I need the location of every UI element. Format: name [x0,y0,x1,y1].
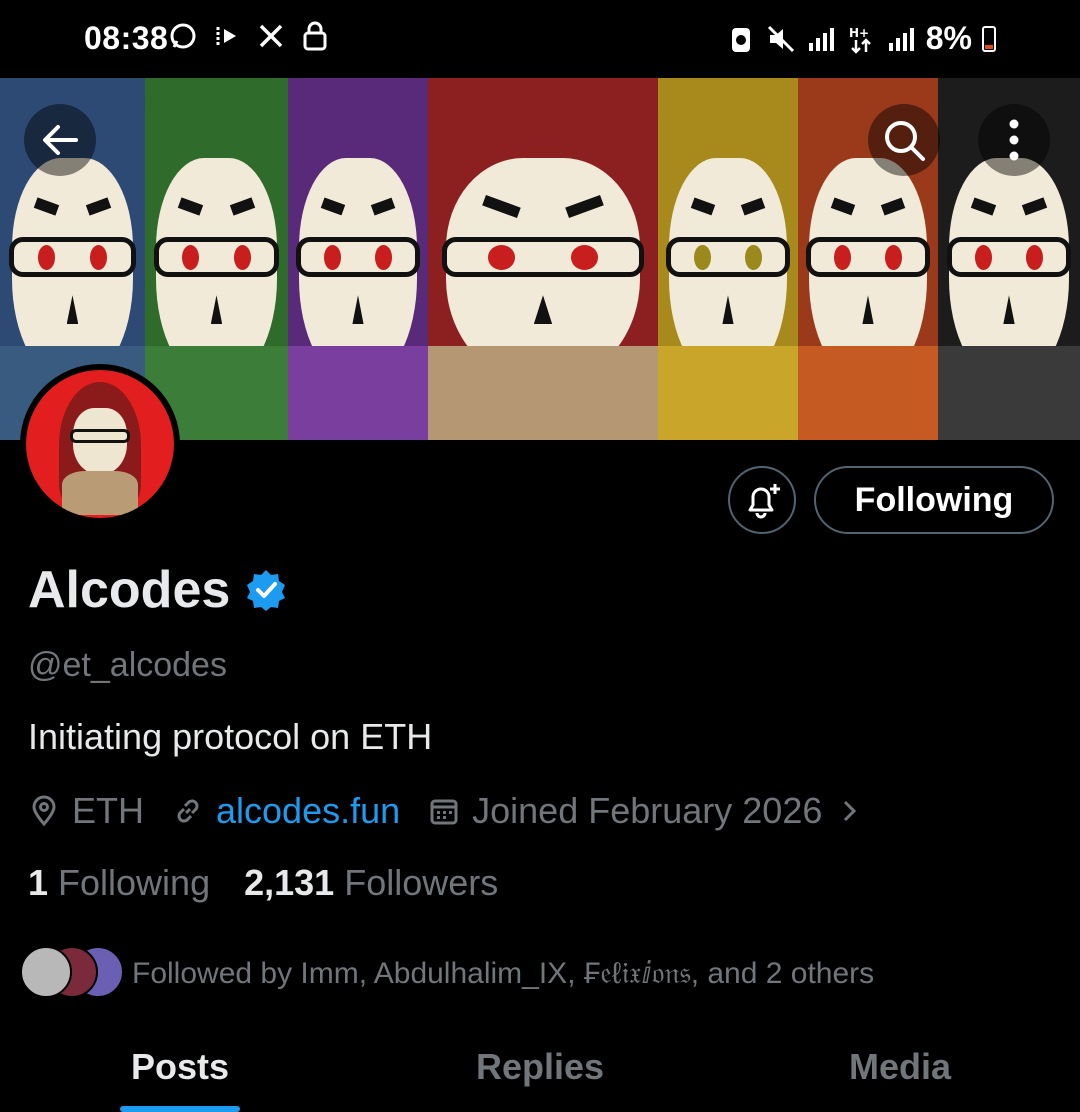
tab-media[interactable]: Media [720,1030,1080,1112]
user-handle: @et_alcodes [28,646,227,684]
location-text: ETH [72,790,144,831]
banner-character [145,78,288,440]
search-button[interactable] [868,104,940,176]
clock: 08:38 [84,20,169,56]
x-icon [256,20,286,52]
banner-character [288,78,428,440]
website-link[interactable]: alcodes.fun [216,790,400,832]
tab-replies[interactable]: Replies [360,1030,720,1112]
follower-avatars [20,946,124,1000]
lock-icon [300,20,330,52]
more-options-button[interactable] [978,104,1050,176]
battery-percent: 8% [925,20,972,56]
arrow-left-icon [43,125,78,155]
signal-icon [806,23,836,55]
display-name: Alcodes [28,561,231,619]
svg-text:H+: H+ [849,26,869,40]
more-vertical-icon [1009,119,1019,161]
followers-label: Followers [344,862,499,903]
whatsapp-icon [168,20,198,52]
profile-tabs: Posts Replies Media [0,1030,1080,1112]
following-stat[interactable]: 1 Following [28,862,210,904]
system-icons: H+ 8% [726,20,996,57]
cast-icon [212,20,242,52]
battery-saver-icon [726,23,756,55]
verified-badge-icon[interactable] [244,568,288,612]
website[interactable]: alcodes.fun [172,790,400,832]
back-button[interactable] [24,104,96,176]
battery-icon [982,25,996,52]
avatar-image [26,370,174,518]
followers-stat[interactable]: 2,131 Followers [244,862,498,904]
profile-name-row: Alcodes [28,560,288,620]
notifications-button[interactable] [728,466,796,534]
active-tab-indicator [120,1106,240,1112]
link-icon [172,795,204,827]
tab-label: Replies [475,1046,605,1087]
banner-character [658,78,798,440]
profile-bio: Initiating protocol on ETH [28,716,433,757]
location-pin-icon [28,795,60,827]
banner-character [428,78,658,440]
following-count: 1 [28,862,49,903]
followed-by-row[interactable]: Followed by Imm, Abdulhalim_IX, ₣𝔢ℓ𝔦𝔵ⅈ𝔬𝔫… [20,946,874,1000]
calendar-icon [428,795,460,827]
tab-posts[interactable]: Posts [0,1030,360,1112]
profile-meta: ETH alcodes.fun Joined February 2026 [28,790,894,832]
joined-date[interactable]: Joined February 2026 [428,790,866,832]
followed-by-text: Followed by Imm, Abdulhalim_IX, ₣𝔢ℓ𝔦𝔵ⅈ𝔬𝔫… [132,956,875,990]
following-label: Following [58,862,211,903]
mute-icon [766,23,796,55]
following-button[interactable]: Following [814,466,1054,534]
chevron-right-icon [834,795,866,827]
joined-text: Joined February 2026 [472,790,823,831]
profile-avatar[interactable] [20,364,180,524]
followers-count: 2,131 [244,862,335,903]
tab-label: Media [848,1046,952,1087]
signal-icon [886,23,916,55]
data-icon: H+ [846,23,876,55]
avatar [20,946,72,998]
follow-stats: 1 Following 2,131 Followers [28,862,532,904]
status-bar: 08:38 H+ 8% [0,0,1080,78]
bell-plus-icon [748,484,780,519]
notification-icons [168,20,330,52]
location: ETH [28,790,144,832]
tab-label: Posts [130,1046,230,1087]
search-icon [885,121,925,161]
